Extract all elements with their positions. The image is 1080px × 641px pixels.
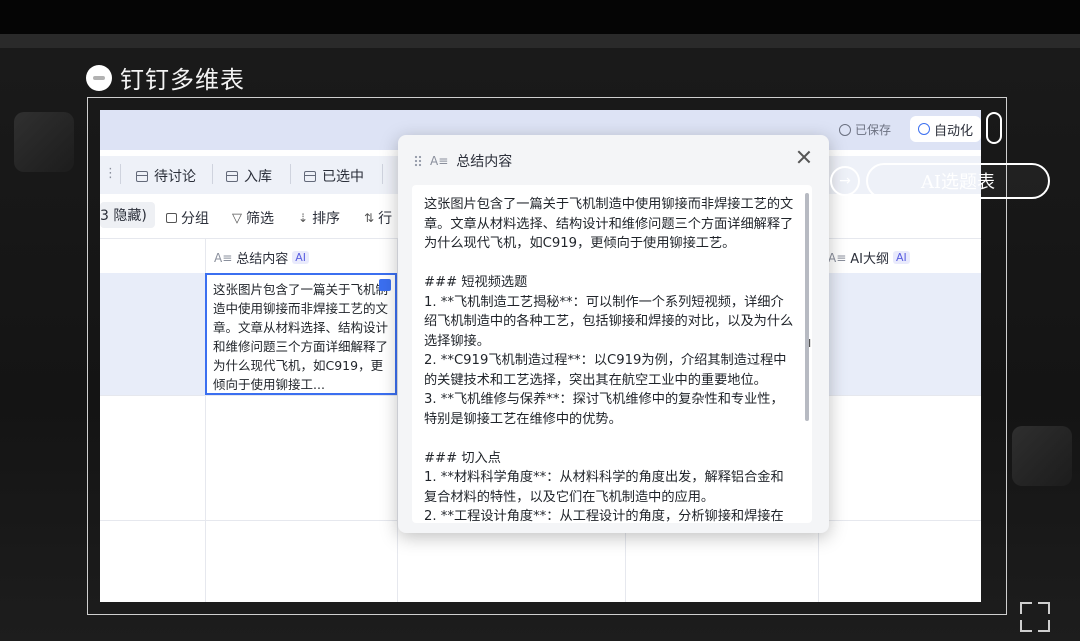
table-view-icon (136, 170, 148, 182)
hidden-fields-button[interactable]: 3 隐藏) (100, 202, 155, 228)
tab-storage[interactable]: 入库 (226, 166, 272, 186)
drag-handle-icon[interactable] (414, 155, 422, 167)
row-height-button[interactable]: ⇅ 行 (364, 208, 392, 228)
brand: 钉钉多维表 (86, 60, 245, 95)
top-black-bar (0, 0, 1080, 34)
fullscreen-corner-icon[interactable] (1038, 620, 1050, 632)
dingtalk-logo-icon (86, 64, 112, 91)
summary-cell[interactable]: 这张图片包含了一篇关于飞机制造中使用铆接而非焊接工艺的文章。文章从材料选择、结构… (205, 273, 397, 395)
tab-separator (290, 164, 291, 184)
text-ai-icon: A≡ (828, 250, 847, 265)
background-cube-icon (14, 112, 74, 172)
fullscreen-corner-icon[interactable] (1020, 620, 1032, 632)
column-header-summary[interactable]: A≡ 总结内容 AI (214, 248, 310, 267)
filter-icon: ▽ (232, 210, 242, 226)
top-strip (0, 34, 1080, 48)
fullscreen-corner-icon[interactable] (1038, 602, 1050, 614)
background-ai-cube-icon (1012, 426, 1072, 486)
table-view-icon (226, 170, 238, 182)
text-cursor-icon: I (808, 337, 812, 350)
filter-button[interactable]: ▽ 筛选 (232, 208, 274, 228)
modal-content[interactable]: 这张图片包含了一篇关于飞机制造中使用铆接而非焊接工艺的文章。文章从材料选择、结构… (412, 185, 812, 523)
saved-status: 已保存 (838, 121, 891, 138)
tab-separator (120, 164, 121, 184)
automation-button[interactable]: 自动化 (909, 116, 981, 142)
expand-icon[interactable] (379, 279, 391, 291)
arrow-right-icon: → (830, 166, 860, 196)
fullscreen-corner-icon[interactable] (1020, 602, 1032, 614)
table-view-icon (304, 170, 316, 182)
tab-selected[interactable]: 已选中 (304, 166, 364, 186)
sort-icon: ⇣ (298, 211, 309, 225)
brand-title: 钉钉多维表 (120, 66, 245, 94)
tab-discuss[interactable]: 待讨论 (136, 166, 196, 186)
group-icon (166, 213, 177, 223)
scrollbar[interactable] (805, 193, 809, 421)
ai-topic-table-label: AI选题表 (866, 163, 1050, 199)
group-button[interactable]: 分组 (166, 208, 209, 228)
text-ai-icon: A≡ (430, 154, 449, 168)
modal-title: A≡ 总结内容 (414, 151, 512, 171)
tab-separator (212, 164, 213, 184)
tab-separator (382, 164, 383, 184)
summary-modal: A≡ 总结内容 这张图片包含了一篇关于飞机制造中使用铆接而非焊接工艺的文章。文章… (398, 135, 829, 533)
text-ai-icon: A≡ (214, 250, 233, 265)
automation-icon (917, 123, 930, 135)
close-icon[interactable] (795, 148, 813, 166)
more-icon[interactable]: ⋮ (104, 166, 117, 181)
sort-button[interactable]: ⇣ 排序 (298, 208, 340, 228)
modal-text: 这张图片包含了一篇关于飞机制造中使用铆接而非焊接工艺的文章。文章从材料选择、结构… (424, 197, 794, 523)
row-height-icon: ⇅ (364, 211, 375, 225)
cloud-check-icon (838, 123, 851, 136)
column-header-outline[interactable]: A≡ AI大纲 AI (828, 248, 910, 267)
scroll-indicator (986, 112, 1002, 144)
